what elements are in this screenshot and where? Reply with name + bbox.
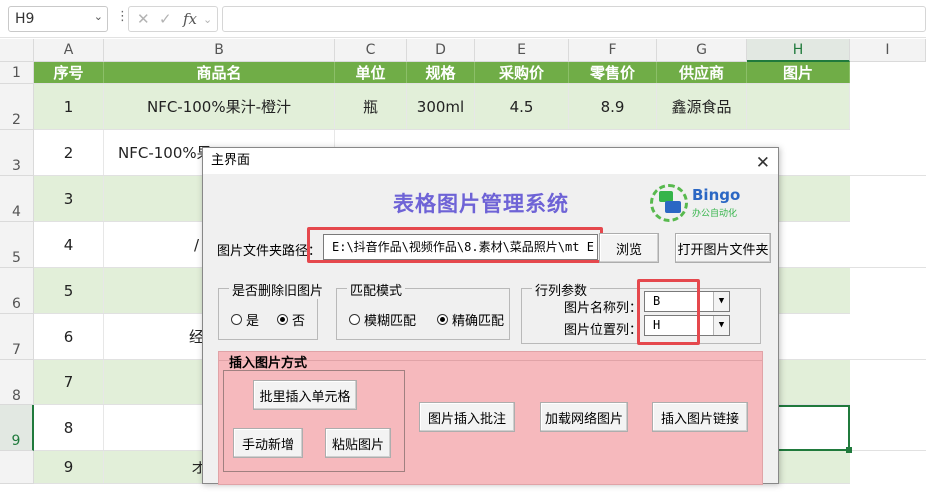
match-mode-title: 匹配模式 (347, 280, 406, 299)
row-header-1[interactable]: 1 (0, 62, 34, 84)
column-header-d[interactable]: D (407, 39, 475, 62)
radio-selected-icon (277, 314, 288, 325)
formula-input[interactable] (222, 6, 926, 32)
cell-unit[interactable]: 瓶 (335, 84, 407, 129)
formula-bar: H9 ⌄ ⋮ ✕ ✓ fx ⌄ (0, 0, 926, 38)
row-header-2[interactable]: 2 (0, 84, 34, 130)
column-header-e[interactable]: E (475, 39, 569, 62)
cell-id[interactable]: 6 (34, 314, 104, 359)
row-header-9[interactable]: 9 (0, 405, 34, 451)
fuzzy-match-radio[interactable]: 模糊匹配 (349, 310, 416, 329)
bingo-logo-icon: Bingo 办公自动化 (650, 184, 740, 224)
chevron-down-icon[interactable]: ⌄ (94, 10, 103, 23)
cell-purchase-price[interactable]: 4.5 (475, 84, 569, 129)
insert-image-link-button[interactable]: 插入图片链接 (652, 402, 748, 432)
header-cell-picture[interactable]: 图片 (747, 62, 850, 83)
header-cell-retail-price[interactable]: 零售价 (569, 62, 657, 83)
delete-yes-radio[interactable]: 是 (231, 310, 259, 329)
cell-product[interactable]: NFC-100%果汁-橙汁 (104, 84, 335, 129)
paste-image-button[interactable]: 粘贴图片 (325, 428, 391, 458)
cell-id[interactable]: 8 (34, 405, 104, 450)
cell-id[interactable]: 2 (34, 130, 104, 175)
row-header-8[interactable]: 8 (0, 360, 34, 405)
cell-spec[interactable]: 300ml (407, 84, 475, 129)
cell-retail-price[interactable]: 8.9 (569, 84, 657, 129)
header-cell-unit[interactable]: 单位 (335, 62, 407, 83)
select-all-corner[interactable] (0, 39, 34, 62)
header-cell-spec[interactable]: 规格 (407, 62, 475, 83)
name-box[interactable]: H9 ⌄ (8, 6, 108, 32)
dialog-titlebar[interactable]: 主界面 ✕ (203, 148, 778, 174)
header-cell-supplier[interactable]: 供应商 (657, 62, 747, 83)
column-header-b[interactable]: B (104, 39, 335, 62)
load-web-image-button[interactable]: 加载网络图片 (540, 402, 628, 432)
column-header-f[interactable]: F (569, 39, 657, 62)
exact-match-radio[interactable]: 精确匹配 (437, 310, 504, 329)
logo-subtitle: 办公自动化 (692, 209, 738, 219)
name-box-value: H9 (15, 11, 35, 27)
table-row: 1 NFC-100%果汁-橙汁 瓶 300ml 4.5 8.9 鑫源食品 (34, 84, 850, 130)
logo-ppt-mark (665, 201, 681, 213)
params-highlight (637, 279, 700, 345)
logo-name: Bingo (692, 186, 741, 204)
chevron-down-icon[interactable]: ▼ (713, 292, 729, 311)
delete-no-label: 否 (292, 314, 306, 329)
dialog-title: 主界面 (211, 153, 251, 168)
cell-id[interactable]: 9 (34, 451, 104, 483)
chevron-down-icon[interactable]: ⌄ (203, 13, 212, 26)
radio-icon (349, 314, 360, 325)
formula-tools: ✕ ✓ fx ⌄ (128, 6, 218, 32)
header-cell-id[interactable]: 序号 (34, 62, 104, 83)
row-header-4[interactable]: 4 (0, 176, 34, 222)
main-dialog: 主界面 ✕ 表格图片管理系统 Bingo 办公自动化 图片文件夹路径： E:\抖… (202, 147, 779, 485)
header-cell-purchase-price[interactable]: 采购价 (475, 62, 569, 83)
pos-col-label: 图片位置列： (564, 323, 643, 338)
table-header-row: 序号 商品名 单位 规格 采购价 零售价 供应商 图片 (34, 62, 850, 84)
cell-picture[interactable] (747, 84, 850, 129)
delete-old-group: 是否删除旧图片 是 否 (218, 280, 327, 340)
row-header-7[interactable]: 7 (0, 314, 34, 360)
header-cell-product[interactable]: 商品名 (104, 62, 335, 83)
path-label: 图片文件夹路径： (217, 244, 322, 259)
column-header-h[interactable]: H (747, 39, 850, 62)
manual-add-button[interactable]: 手动新增 (233, 428, 303, 458)
delete-no-radio[interactable]: 否 (277, 310, 305, 329)
batch-insert-button[interactable]: 批里插入单元格 (253, 380, 357, 410)
row-header-3[interactable]: 3 (0, 130, 34, 176)
open-folder-button[interactable]: 打开图片文件夹 (675, 233, 771, 263)
insert-comment-button[interactable]: 图片插入批注 (419, 402, 515, 432)
column-header-g[interactable]: G (657, 39, 747, 62)
radio-selected-icon (437, 314, 448, 325)
exact-match-label: 精确匹配 (452, 314, 505, 329)
row-header-5[interactable]: 5 (0, 222, 34, 268)
column-header-i[interactable]: I (850, 39, 926, 62)
delete-yes-label: 是 (246, 314, 260, 329)
cell-id[interactable]: 1 (34, 84, 104, 129)
radio-icon (231, 314, 242, 325)
cell-id[interactable]: 5 (34, 268, 104, 313)
close-icon[interactable]: ✕ (756, 150, 770, 176)
name-col-label: 图片名称列： (564, 301, 643, 316)
insert-section-title: 插入图片方式 (229, 356, 308, 371)
path-highlight (307, 227, 603, 263)
cell-supplier[interactable]: 鑫源食品 (657, 84, 747, 129)
cell-id[interactable]: 4 (34, 222, 104, 267)
column-header-a[interactable]: A (34, 39, 104, 62)
cell-id[interactable]: 7 (34, 360, 104, 404)
function-icon[interactable]: fx (183, 10, 197, 28)
row-header-10[interactable]: . (0, 451, 34, 484)
cell-id[interactable]: 3 (34, 176, 104, 221)
confirm-icon[interactable]: ✓ (159, 10, 172, 28)
row-header-6[interactable]: 6 (0, 268, 34, 314)
app-title: 表格图片管理系统 (393, 192, 569, 216)
delete-old-title: 是否删除旧图片 (229, 280, 327, 299)
browse-button[interactable]: 浏览 (599, 233, 659, 263)
chevron-down-icon[interactable]: ▼ (713, 316, 729, 335)
fuzzy-match-label: 模糊匹配 (364, 314, 417, 329)
match-mode-group: 匹配模式 模糊匹配 精确匹配 (336, 280, 510, 340)
column-header-c[interactable]: C (335, 39, 407, 62)
cancel-icon[interactable]: ✕ (137, 10, 150, 28)
